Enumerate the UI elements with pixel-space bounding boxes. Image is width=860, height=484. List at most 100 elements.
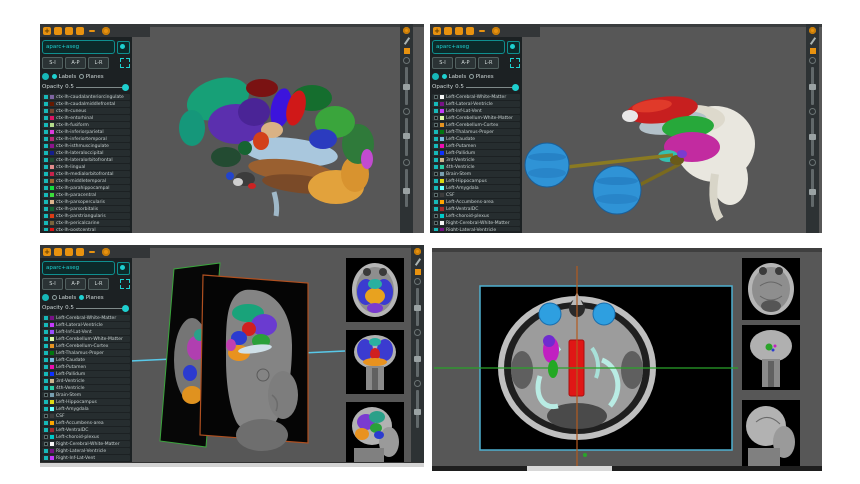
thumbnail-axial[interactable] [742, 258, 800, 320]
rotation-slider-x[interactable] [811, 67, 814, 105]
structure-row[interactable]: ctx-lh-paracentral [42, 192, 130, 198]
visibility-checkbox[interactable] [44, 421, 48, 425]
structure-row[interactable]: ctx-lh-parahippocampal [42, 185, 130, 191]
minimize-icon[interactable] [89, 30, 95, 32]
measure-icon[interactable] [403, 37, 409, 45]
structure-row[interactable]: 3rd-Ventricle [42, 378, 130, 384]
structure-row[interactable]: ctx-lh-isthmuscingulate [42, 143, 130, 149]
structure-row[interactable]: Left-VentralDC [432, 206, 520, 212]
thumbnail-sagittal[interactable] [346, 402, 404, 466]
visibility-checkbox[interactable] [44, 116, 48, 120]
slider-handle[interactable] [414, 409, 421, 415]
structure-row[interactable]: ctx-lh-lateraloccipital [42, 150, 130, 156]
visibility-checkbox[interactable] [434, 151, 438, 155]
radio-planes[interactable]: Planes [469, 74, 493, 80]
structure-row[interactable]: Right-Lateral-Ventricle [432, 227, 520, 231]
structure-row[interactable]: ctx-lh-postcentral [42, 227, 130, 231]
visibility-checkbox[interactable] [434, 172, 438, 176]
thumbnail-coronal[interactable] [346, 330, 404, 394]
structure-row[interactable]: ctx-lh-caudalanteriorcingulate [42, 94, 130, 100]
atlas-selector[interactable]: aparc+aseg [42, 40, 115, 54]
visibility-checkbox[interactable] [44, 323, 48, 327]
fit-view-icon[interactable] [120, 279, 130, 289]
visibility-checkbox[interactable] [44, 400, 48, 404]
structure-row[interactable]: Left-choroid-plexus [42, 434, 130, 440]
visibility-checkbox[interactable] [44, 365, 48, 369]
settings-icon[interactable] [492, 27, 500, 35]
slider-handle[interactable] [403, 133, 410, 139]
structure-row[interactable]: ctx-lh-lingual [42, 164, 130, 170]
structure-row[interactable]: Left-Amygdala [42, 406, 130, 412]
structure-row[interactable]: CSF [432, 192, 520, 198]
structure-row[interactable]: ctx-lh-inferiorparietal [42, 129, 130, 135]
scrollbar-thumb[interactable] [527, 466, 612, 471]
visibility-checkbox[interactable] [44, 165, 48, 169]
structure-row[interactable]: ctx-lh-medialorbitofrontal [42, 171, 130, 177]
visibility-checkbox[interactable] [434, 221, 438, 225]
visibility-checkbox[interactable] [44, 393, 48, 397]
slider-handle[interactable] [809, 84, 816, 90]
rotate-reset-icon[interactable] [403, 108, 410, 115]
visibility-checkbox[interactable] [44, 379, 48, 383]
opacity-slider[interactable] [76, 308, 126, 309]
horizontal-scrollbar[interactable] [40, 462, 424, 467]
visibility-toggle-icon[interactable] [42, 73, 49, 80]
structure-row[interactable]: Left-Cerebellum-White-Matter [42, 336, 130, 342]
fit-view-icon[interactable] [120, 58, 130, 68]
structure-row[interactable]: Left-Pallidum [432, 150, 520, 156]
structure-row[interactable]: Left-Cerebral-White-Matter [432, 94, 520, 100]
visibility-checkbox[interactable] [44, 207, 48, 211]
visibility-checkbox[interactable] [44, 214, 48, 218]
visibility-checkbox[interactable] [44, 442, 48, 446]
rotate-reset-icon[interactable] [809, 57, 816, 64]
settings-icon[interactable] [403, 27, 410, 34]
move-icon[interactable]: + [43, 248, 51, 256]
visibility-checkbox[interactable] [434, 137, 438, 141]
export-icon[interactable] [65, 27, 73, 35]
visibility-checkbox[interactable] [44, 358, 48, 362]
visibility-checkbox[interactable] [434, 186, 438, 190]
structure-row[interactable]: Left-Inf-Lat-Vent [42, 329, 130, 335]
slider-handle[interactable] [403, 188, 410, 194]
visibility-checkbox[interactable] [44, 316, 48, 320]
minimize-icon[interactable] [89, 251, 95, 253]
rotation-slider-z[interactable] [405, 169, 408, 207]
rotate-reset-icon[interactable] [414, 380, 421, 387]
structure-row[interactable]: Left-Putamen [432, 143, 520, 149]
visibility-checkbox[interactable] [44, 456, 48, 460]
structure-row[interactable]: Left-Lateral-Ventricle [432, 101, 520, 107]
structure-row[interactable]: ctx-lh-pericalcarine [42, 220, 130, 226]
visibility-checkbox[interactable] [434, 109, 438, 113]
export-icon[interactable] [65, 248, 73, 256]
structure-row[interactable]: Left-Caudate [432, 136, 520, 142]
settings-icon[interactable] [102, 248, 110, 256]
structure-row[interactable]: ctx-lh-entorhinal [42, 115, 130, 121]
view-lr-button[interactable]: L-R [478, 57, 499, 69]
visibility-checkbox[interactable] [44, 449, 48, 453]
visibility-checkbox[interactable] [44, 344, 48, 348]
view-lr-button[interactable]: L-R [88, 278, 109, 290]
palette-icon[interactable] [117, 262, 130, 275]
minimize-icon[interactable] [479, 30, 485, 32]
visibility-checkbox[interactable] [44, 372, 48, 376]
measure-icon[interactable] [414, 258, 420, 266]
visibility-checkbox[interactable] [44, 435, 48, 439]
thumbnail-axial[interactable] [346, 258, 404, 322]
radio-planes[interactable]: Planes [79, 74, 103, 80]
structure-row[interactable]: Brain-Stem [432, 171, 520, 177]
visibility-checkbox[interactable] [44, 102, 48, 106]
radio-labels[interactable]: Labels [442, 74, 466, 80]
visibility-checkbox[interactable] [434, 214, 438, 218]
save-icon[interactable] [54, 248, 62, 256]
visibility-checkbox[interactable] [434, 200, 438, 204]
settings-icon[interactable] [102, 27, 110, 35]
structure-row[interactable]: Left-Putamen [42, 364, 130, 370]
fit-view-icon[interactable] [510, 58, 520, 68]
visibility-checkbox[interactable] [44, 414, 48, 418]
slider-handle[interactable] [809, 134, 816, 140]
structure-row[interactable]: ctx-lh-parsopercularis [42, 199, 130, 205]
visibility-checkbox[interactable] [44, 428, 48, 432]
visibility-checkbox[interactable] [44, 130, 48, 134]
visibility-checkbox[interactable] [44, 221, 48, 225]
structure-row[interactable]: CSF [42, 413, 130, 419]
